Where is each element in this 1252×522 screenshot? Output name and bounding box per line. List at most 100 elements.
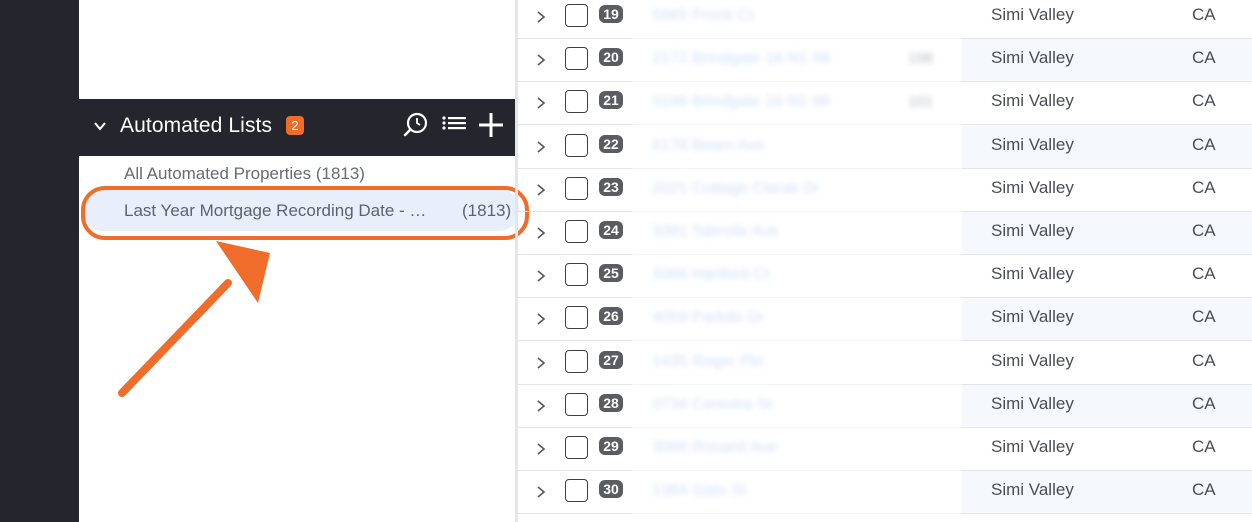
left-nav-rail xyxy=(0,0,79,522)
unit-value: 101 xyxy=(908,93,934,111)
row-checkbox[interactable] xyxy=(565,220,588,243)
state-cell: CA xyxy=(1192,393,1216,413)
row-number-badge: 24 xyxy=(599,221,623,239)
row-number-badge: 20 xyxy=(599,48,623,67)
row-checkbox[interactable] xyxy=(565,176,588,200)
chevron-right-icon[interactable] xyxy=(534,10,548,24)
chevron-right-icon[interactable] xyxy=(534,356,548,370)
property-address-link[interactable]: 3734 Cerevira St xyxy=(652,396,772,414)
section-title: Automated Lists xyxy=(120,114,273,137)
chevron-down-icon[interactable] xyxy=(93,119,107,133)
list-icon[interactable] xyxy=(440,111,468,139)
row-divider xyxy=(632,513,962,515)
city-cell: Simi Valley xyxy=(991,91,1074,111)
row-divider xyxy=(518,513,632,515)
property-address-link[interactable]: 4059 Parkdo Dr xyxy=(652,309,764,327)
state-cell: CA xyxy=(1192,350,1216,370)
state-cell: CA xyxy=(1192,5,1216,24)
table-row[interactable]: 21 3196 Brindgate 18 N1 98 101 Simi Vall… xyxy=(518,82,1252,126)
city-cell: Simi Valley xyxy=(991,134,1074,154)
row-number-badge: 25 xyxy=(599,264,623,283)
table-row[interactable]: 19 5965 Fronk Ct Simi Valley CA xyxy=(518,0,1252,39)
list-item-label: Last Year Mortgage Recording Date - … xyxy=(124,201,427,220)
state-cell: CA xyxy=(1192,480,1216,500)
city-cell: Simi Valley xyxy=(991,264,1074,284)
row-checkbox[interactable] xyxy=(565,90,588,114)
search-refresh-icon[interactable] xyxy=(402,111,430,139)
row-number-badge: 28 xyxy=(599,393,623,412)
state-cell: CA xyxy=(1192,437,1216,456)
table-row[interactable]: 24 3381 Tabrolle Ave Simi Valley CA xyxy=(518,212,1252,255)
row-checkbox[interactable] xyxy=(565,47,588,71)
state-cell: CA xyxy=(1192,307,1216,327)
table-row[interactable]: 28 3734 Cerevira St Simi Valley CA xyxy=(518,384,1252,428)
state-cell: CA xyxy=(1192,48,1216,68)
row-checkbox[interactable] xyxy=(565,263,588,287)
row-checkbox[interactable] xyxy=(565,4,588,27)
table-row[interactable]: 23 2021 Cottage Clarak Dr Simi Valley CA xyxy=(518,169,1252,212)
chevron-right-icon[interactable] xyxy=(534,183,548,197)
city-cell: Simi Valley xyxy=(991,5,1074,24)
row-number-badge: 21 xyxy=(599,91,623,110)
chevron-right-icon[interactable] xyxy=(534,442,548,456)
property-address-link[interactable]: 3396 Hanford Ct xyxy=(652,266,769,284)
city-cell: Simi Valley xyxy=(991,221,1074,240)
table-row[interactable]: 22 6178 Beam Ave Simi Valley CA xyxy=(518,125,1252,169)
chevron-right-icon[interactable] xyxy=(534,53,548,67)
lists-panel: Automated Lists 2 All Automated Properti… xyxy=(79,0,519,522)
chevron-right-icon[interactable] xyxy=(534,96,548,110)
table-row[interactable]: 29 3096 Ronanil Ave Simi Valley CA xyxy=(518,428,1252,471)
row-divider xyxy=(962,513,1252,515)
row-checkbox[interactable] xyxy=(565,306,588,330)
unit-value: 198 xyxy=(908,50,934,68)
city-cell: Simi Valley xyxy=(991,480,1074,500)
table-row[interactable]: 26 4059 Parkdo Dr Simi Valley CA xyxy=(518,298,1252,342)
chevron-right-icon[interactable] xyxy=(534,140,548,154)
row-checkbox[interactable] xyxy=(565,479,588,503)
row-number-badge: 27 xyxy=(599,350,623,369)
chevron-right-icon[interactable] xyxy=(534,312,548,326)
row-checkbox[interactable] xyxy=(565,133,588,157)
state-cell: CA xyxy=(1192,91,1216,111)
property-address-link[interactable]: 3196 Brindgate 18 N1 98 xyxy=(652,93,830,111)
row-number-badge: 22 xyxy=(599,134,623,153)
row-number-badge: 19 xyxy=(599,5,623,23)
table-row[interactable]: 27 1435 Roger Pkt Simi Valley CA xyxy=(518,342,1252,385)
list-item-count: (1813) xyxy=(462,201,512,220)
chevron-right-icon[interactable] xyxy=(534,226,548,240)
row-number-badge: 23 xyxy=(599,177,623,196)
property-address-link[interactable]: 1435 Roger Pkt xyxy=(652,353,763,371)
state-cell: CA xyxy=(1192,221,1216,240)
property-address-link[interactable]: 2172 Brindgate 18 N1 98 xyxy=(652,50,830,68)
row-checkbox[interactable] xyxy=(565,392,588,416)
property-address-link[interactable]: 3096 Ronanil Ave xyxy=(652,439,777,457)
count-badge: 2 xyxy=(286,116,304,135)
city-cell: Simi Valley xyxy=(991,177,1074,197)
properties-table: 19 5965 Fronk Ct Simi Valley CA 20 2172 … xyxy=(518,0,1252,522)
chevron-right-icon[interactable] xyxy=(534,399,548,413)
row-number-badge: 29 xyxy=(599,437,623,455)
plus-icon[interactable] xyxy=(477,111,505,139)
row-number-badge: 26 xyxy=(599,307,623,326)
chevron-right-icon[interactable] xyxy=(534,485,548,499)
automated-lists-header[interactable]: Automated Lists 2 xyxy=(79,99,515,156)
city-cell: Simi Valley xyxy=(991,307,1074,327)
state-cell: CA xyxy=(1192,177,1216,197)
list-item-all-automated[interactable]: All Automated Properties (1813) xyxy=(124,164,365,184)
state-cell: CA xyxy=(1192,264,1216,284)
table-row[interactable]: 30 1384 Gato St Simi Valley CA xyxy=(518,471,1252,515)
row-checkbox[interactable] xyxy=(565,349,588,373)
property-address-link[interactable]: 3381 Tabrolle Ave xyxy=(652,223,779,241)
table-row[interactable]: 20 2172 Brindgate 18 N1 98 198 Simi Vall… xyxy=(518,39,1252,83)
property-address-link[interactable]: 5965 Fronk Ct xyxy=(652,7,753,25)
chevron-right-icon[interactable] xyxy=(534,269,548,283)
row-checkbox[interactable] xyxy=(565,436,588,459)
table-row[interactable]: 25 3396 Hanford Ct Simi Valley CA xyxy=(518,255,1252,299)
city-cell: Simi Valley xyxy=(991,393,1074,413)
row-number-badge: 30 xyxy=(599,480,623,499)
property-address-link[interactable]: 2021 Cottage Clarak Dr xyxy=(652,180,820,198)
list-item-last-year-mortgage[interactable]: Last Year Mortgage Recording Date - … (1… xyxy=(83,189,519,231)
city-cell: Simi Valley xyxy=(991,350,1074,370)
property-address-link[interactable]: 6178 Beam Ave xyxy=(652,137,765,155)
property-address-link[interactable]: 1384 Gato St xyxy=(652,482,746,500)
